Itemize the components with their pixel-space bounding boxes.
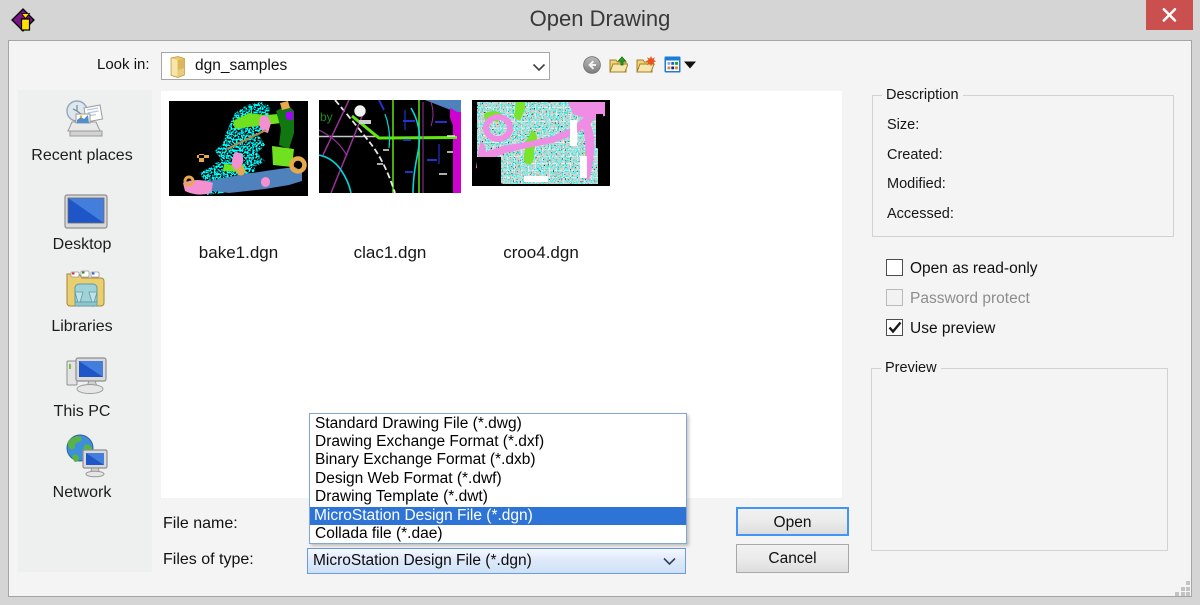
svg-text:by: by	[320, 110, 333, 124]
